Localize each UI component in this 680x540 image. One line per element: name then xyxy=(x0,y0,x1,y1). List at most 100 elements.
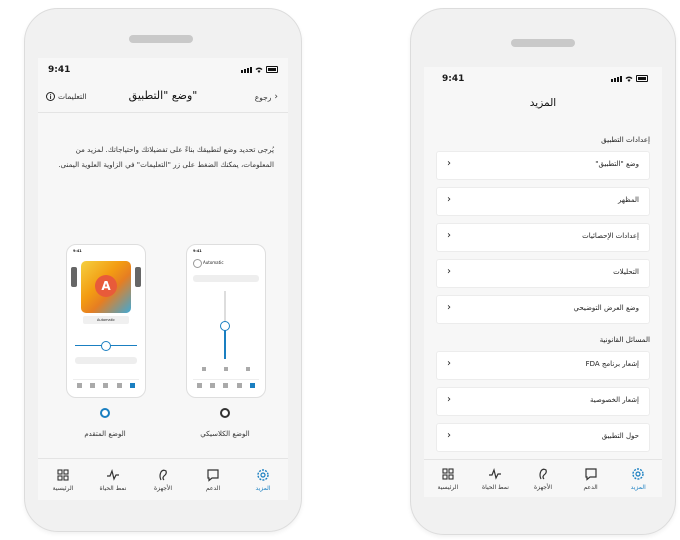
tab-more[interactable]: المزيد xyxy=(241,468,285,492)
tab-devices[interactable]: الأجهزة xyxy=(521,467,565,491)
left-hearing-aid-icon xyxy=(71,267,77,287)
mini-tabbar xyxy=(73,379,139,390)
chevron-right-icon: › xyxy=(274,92,278,102)
status-bar: 9:41 xyxy=(38,58,288,78)
mode-description: يُرجى تحديد وضع لتطبيقك بناءً على تفضيلا… xyxy=(58,145,274,169)
menu-item-label: إشعار برنامج FDA xyxy=(585,360,639,368)
activity-icon xyxy=(489,468,502,480)
menu-item-app-mode[interactable]: وضع "التطبيق" › xyxy=(436,151,650,180)
tab-support-label: الدعم xyxy=(205,485,221,492)
tabbar-divider xyxy=(424,459,662,460)
status-bar: 9:41 xyxy=(424,67,662,87)
chevron-right-icon: › xyxy=(447,302,451,313)
phone-speaker xyxy=(129,35,193,43)
tab-more[interactable]: المزيد xyxy=(616,467,660,491)
menu-item-privacy-notice[interactable]: إشعار الخصوصية › xyxy=(436,387,650,416)
chevron-right-icon: › xyxy=(447,394,451,405)
menu-item-label: التحليلات xyxy=(613,268,639,276)
grid-icon xyxy=(442,468,454,480)
tab-more-label: المزيد xyxy=(255,485,271,492)
page-title: وضع "التطبيق" xyxy=(128,89,198,102)
menu-item-label: وضع "التطبيق" xyxy=(595,160,639,168)
classic-mode-preview[interactable]: 9:41 Automatic xyxy=(186,244,266,398)
signal-icon xyxy=(611,75,622,82)
classic-mode-label: الوضع الكلاسيكي xyxy=(200,430,250,438)
battery-icon xyxy=(266,66,278,73)
menu-item-label: إعدادات الإحصائيات xyxy=(582,232,639,240)
program-name: Automatic xyxy=(83,316,129,324)
tab-home-label: الرئيسية xyxy=(52,485,74,492)
chevron-right-icon: › xyxy=(447,230,451,241)
page-title: المزيد xyxy=(529,97,557,109)
tabbar-divider xyxy=(38,458,288,459)
tab-home[interactable]: الرئيسية xyxy=(426,467,470,491)
tab-devices[interactable]: الأجهزة xyxy=(141,468,185,492)
gear-icon xyxy=(257,469,269,481)
header-divider xyxy=(38,112,288,113)
signal-icon xyxy=(241,66,252,73)
section-heading-app-settings: إعدادات التطبيق xyxy=(601,135,650,144)
segmented-control xyxy=(75,357,137,364)
classic-segmented-control xyxy=(193,275,259,282)
nav-header: i التعليمات وضع "التطبيق" رجوع › xyxy=(38,86,288,110)
menu-item-label: إشعار الخصوصية xyxy=(589,396,639,404)
classic-mini-tabbar xyxy=(193,379,259,390)
tab-more-label: المزيد xyxy=(630,484,646,491)
right-hearing-aid-icon xyxy=(135,267,141,287)
hearing-aid-icon xyxy=(539,468,547,480)
battery-icon xyxy=(636,75,648,82)
program-letter-badge: A xyxy=(95,275,117,297)
tab-bar: المزيد الدعم الأجهزة نمط الحياة الرئيسية xyxy=(38,468,288,492)
wifi-icon xyxy=(255,67,263,73)
grid-icon xyxy=(57,469,69,481)
chevron-right-icon: › xyxy=(447,158,451,169)
gear-icon xyxy=(632,468,644,480)
phone-speaker xyxy=(511,39,575,47)
tab-home[interactable]: الرئيسية xyxy=(41,468,85,492)
classic-controls xyxy=(193,367,259,373)
advanced-mode-radio[interactable] xyxy=(100,408,110,418)
status-time: 9:41 xyxy=(48,65,71,75)
section-heading-legal: المسائل القانونية xyxy=(599,335,650,344)
program-card: A xyxy=(81,261,131,313)
tab-lifestyle[interactable]: نمط الحياة xyxy=(473,467,517,491)
chat-bubble-icon xyxy=(585,468,597,481)
advanced-mode-label: الوضع المتقدم xyxy=(84,430,126,438)
wifi-icon xyxy=(625,76,633,82)
menu-item-label: حول التطبيق xyxy=(601,432,639,440)
menu-item-statistics-settings[interactable]: إعدادات الإحصائيات › xyxy=(436,223,650,252)
back-button[interactable]: رجوع › xyxy=(255,92,278,102)
program-icon xyxy=(193,259,202,268)
tab-devices-label: الأجهزة xyxy=(153,485,173,492)
menu-item-fda-notice[interactable]: إشعار برنامج FDA › xyxy=(436,351,650,380)
menu-item-demo-mode[interactable]: وضع العرض التوضيحي › xyxy=(436,295,650,324)
menu-item-label: وضع العرض التوضيحي xyxy=(573,304,640,312)
tab-support[interactable]: الدعم xyxy=(569,467,613,491)
tab-home-label: الرئيسية xyxy=(437,484,459,491)
menu-item-appearance[interactable]: المظهر › xyxy=(436,187,650,216)
menu-item-about[interactable]: حول التطبيق › xyxy=(436,423,650,452)
menu-item-analytics[interactable]: التحليلات › xyxy=(436,259,650,288)
classic-mode-radio[interactable] xyxy=(220,408,230,418)
chevron-right-icon: › xyxy=(447,266,451,277)
activity-icon xyxy=(107,469,119,481)
chevron-right-icon: › xyxy=(447,430,451,441)
tab-lifestyle[interactable]: نمط الحياة xyxy=(91,468,135,492)
more-screen: 9:41 المزيد إعدادات التطبيق وضع "التطبيق… xyxy=(424,67,662,497)
app-mode-screen: 9:41 i التعليمات وضع "التطبيق" رجوع › يُ… xyxy=(38,58,288,500)
hearing-aid-icon xyxy=(159,469,167,481)
tab-bar: المزيد الدعم الأجهزة نمط الحياة الرئيسية xyxy=(424,467,662,491)
status-time: 9:41 xyxy=(442,74,465,84)
volume-slider-thumb xyxy=(101,341,111,351)
back-label: رجوع xyxy=(254,92,272,102)
advanced-mode-preview[interactable]: 9:41 A Automatic xyxy=(66,244,146,398)
tab-devices-label: الأجهزة xyxy=(534,484,553,491)
right-phone-frame: 9:41 المزيد إعدادات التطبيق وضع "التطبيق… xyxy=(410,8,676,535)
tab-lifestyle-label: نمط الحياة xyxy=(99,485,127,492)
tab-support[interactable]: الدعم xyxy=(191,468,235,492)
chevron-right-icon: › xyxy=(447,358,451,369)
tab-lifestyle-label: نمط الحياة xyxy=(481,484,509,491)
tab-support-label: الدعم xyxy=(583,484,598,491)
classic-volume-thumb xyxy=(220,321,230,331)
chat-bubble-icon xyxy=(207,469,219,482)
